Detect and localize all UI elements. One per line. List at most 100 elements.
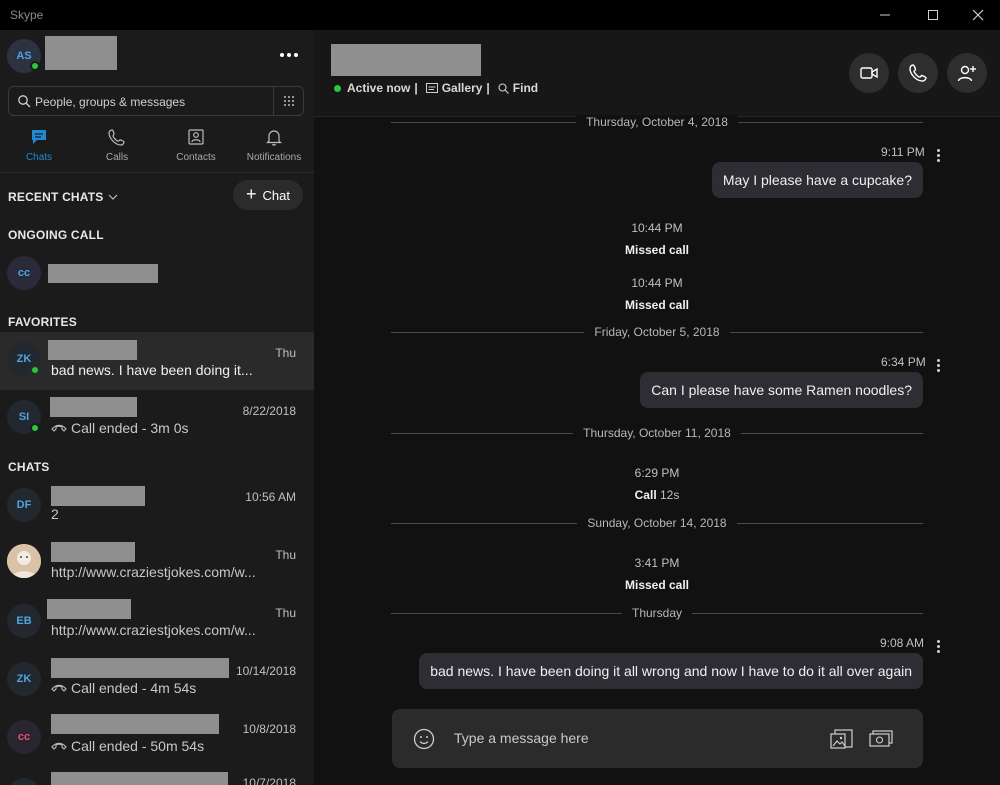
chat-list-item[interactable]: 10/7/2018 (0, 766, 314, 785)
avatar: cc (7, 720, 41, 754)
chat-list-item[interactable]: Thu http://www.craziestjokes.com/w... (0, 534, 314, 592)
recent-chats-label: RECENT CHATS (8, 190, 104, 204)
video-call-button[interactable] (849, 53, 889, 93)
chat-list-item[interactable]: SI 8/22/2018 Call ended - 3m 0s (0, 390, 314, 448)
title-bar: Skype (0, 0, 1000, 30)
call-event-time: 10:44 PM (631, 276, 683, 290)
call-event: 10:44 PM Missed call (597, 221, 717, 257)
chat-list-item[interactable]: ZK Thu bad news. I have been doing it... (0, 332, 314, 390)
emoji-button[interactable] (411, 726, 437, 752)
tab-contacts[interactable]: Contacts (157, 126, 235, 172)
chat-list-item[interactable]: ZK 10/14/2018 Call ended - 4m 54s (0, 650, 314, 708)
message-time: 6:34 PM (881, 355, 926, 369)
gallery-button[interactable]: Gallery (425, 81, 482, 95)
dot (937, 149, 940, 152)
message-bubble[interactable]: Can I please have some Ramen noodles? (640, 372, 923, 408)
tab-chats[interactable]: Chats (0, 126, 78, 172)
date-separator-text: Sunday, October 14, 2018 (577, 516, 737, 530)
presence-indicator (30, 365, 40, 375)
search-input[interactable] (35, 91, 271, 113)
audio-call-button[interactable] (898, 53, 938, 93)
chat-preview: Call ended - 4m 54s (51, 680, 281, 696)
contacts-icon (188, 129, 204, 145)
chat-icon (32, 130, 46, 144)
message-options-button[interactable] (937, 640, 941, 653)
chat-list-item[interactable]: EB Thu http://www.craziestjokes.com/w... (0, 592, 314, 650)
chevron-down-icon (108, 194, 117, 200)
date-separator-text: Thursday, October 4, 2018 (576, 115, 738, 129)
contact-name-redacted (51, 714, 219, 734)
dot (937, 650, 940, 653)
call-duration: 12s (660, 488, 680, 502)
call-event-time: 6:29 PM (634, 466, 680, 480)
more-options-button[interactable] (276, 44, 302, 66)
message-options-button[interactable] (937, 149, 941, 162)
avatar (7, 778, 41, 785)
new-chat-button[interactable]: + Chat (233, 180, 303, 210)
contact-name-redacted (331, 44, 481, 76)
tab-notifications[interactable]: Notifications (235, 126, 313, 172)
search-box (8, 86, 304, 116)
call-event-label: Call (634, 488, 657, 502)
chat-preview: Call ended - 50m 54s (51, 738, 281, 754)
call-event-label: Missed call (624, 243, 690, 257)
chat-time: 10/8/2018 (242, 722, 296, 736)
chat-preview: Call ended - 3m 0s (51, 420, 281, 436)
active-status: Active now (347, 81, 411, 95)
message-time: 9:08 AM (880, 636, 925, 650)
phone-icon (108, 129, 125, 146)
presence-indicator (30, 423, 40, 433)
conversation-status-bar: Active now | Gallery | Find (334, 81, 538, 95)
message-bubble[interactable]: May I please have a cupcake? (711, 162, 923, 198)
chat-list-item[interactable]: cc 10/8/2018 Call ended - 50m 54s (0, 708, 314, 766)
maximize-button[interactable] (910, 0, 956, 30)
add-people-button[interactable] (947, 53, 987, 93)
avatar-initials: DF (16, 499, 32, 511)
date-separator-text-wrap: Thursday, October 4, 2018 (391, 115, 923, 129)
profile-photo-image (7, 544, 41, 578)
separator: | (414, 81, 418, 95)
date-separator: Thursday, October 11, 2018 (391, 426, 923, 440)
nav-tabs: Chats Calls Contacts Notifications (0, 126, 314, 172)
date-separator: Sunday, October 14, 2018 (391, 516, 923, 530)
message-list: Thursday, October 4, 2018 9:11 PM May I … (314, 115, 1000, 707)
new-chat-label: Chat (262, 187, 290, 203)
message-text: Can I please have some Ramen noodles? (651, 382, 912, 398)
message-input[interactable] (454, 727, 814, 749)
recent-chats-dropdown[interactable]: RECENT CHATS (8, 190, 118, 204)
close-button[interactable] (955, 0, 1000, 30)
find-button[interactable]: Find (498, 81, 538, 95)
date-separator-text-wrap: Thursday, October 11, 2018 (391, 426, 923, 440)
tab-calls[interactable]: Calls (78, 126, 156, 172)
sidebar: AS Chats Calls Contacts Notificat (0, 30, 314, 785)
bell-icon (266, 130, 282, 146)
dot (280, 53, 284, 57)
call-event: 3:41 PM Missed call (597, 556, 717, 592)
avatar-initials: EB (16, 615, 32, 627)
image-file-icon (830, 729, 853, 749)
message-bubble[interactable]: bad news. I have been doing it all wrong… (419, 653, 923, 689)
call-ended-icon (51, 424, 67, 432)
minimize-button[interactable] (862, 0, 908, 30)
call-event-time: 10:44 PM (631, 221, 683, 235)
contact-name-redacted (51, 542, 135, 562)
conversation-pane: Active now | Gallery | Find Thursday, Oc (314, 30, 1000, 785)
avatar: ZK (7, 662, 41, 696)
search-icon (18, 95, 31, 108)
gallery-icon (425, 83, 438, 93)
message-options-button[interactable] (937, 359, 941, 372)
chat-list-item[interactable]: DF 10:56 AM 2 (0, 476, 314, 534)
dialpad-button[interactable] (273, 87, 303, 115)
ongoing-call-item[interactable]: cc (0, 244, 314, 302)
contact-name-redacted (51, 772, 228, 785)
contact-name-redacted (50, 397, 137, 417)
dot (287, 53, 291, 57)
chat-time: 10/14/2018 (235, 664, 296, 678)
chat-time: 8/22/2018 (242, 404, 296, 418)
chat-time: Thu (275, 548, 296, 562)
conversation-header: Active now | Gallery | Find (314, 30, 1000, 117)
send-money-button[interactable] (868, 726, 894, 752)
chats-heading: CHATS (8, 460, 50, 474)
send-file-button[interactable] (829, 726, 855, 752)
chat-time: Thu (275, 346, 296, 360)
